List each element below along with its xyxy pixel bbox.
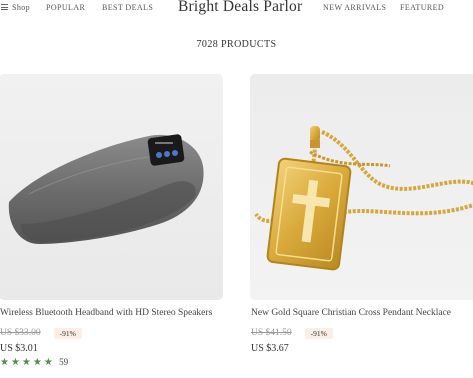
store-brand-logo[interactable]: Bright Deals Parlor xyxy=(178,0,302,16)
price-row: US $33.00 -91% xyxy=(0,324,223,339)
discount-badge: -91% xyxy=(53,327,82,339)
necklace-photo xyxy=(250,74,473,300)
sale-price: US $3.01 xyxy=(0,343,38,354)
product-card[interactable]: New Gold Square Christian Cross Pendant … xyxy=(250,74,473,354)
product-count: 7028 PRODUCTS xyxy=(196,39,277,50)
shop-menu-link[interactable]: Shop xyxy=(12,3,30,12)
nav-new-arrivals[interactable]: NEW ARRIVALS xyxy=(323,3,386,12)
original-price: US $33.00 xyxy=(0,328,41,339)
original-price: US $41.50 xyxy=(251,328,292,339)
menu-icon[interactable] xyxy=(1,4,8,10)
product-image[interactable] xyxy=(250,74,473,300)
top-nav: Shop POPULAR BEST DEALS Bright Deals Par… xyxy=(0,0,473,16)
product-card[interactable]: Wireless Bluetooth Headband with HD Ster… xyxy=(0,74,223,368)
star-rating-icon: ★★★★★ xyxy=(0,357,55,368)
nav-featured[interactable]: FEATURED xyxy=(400,3,444,12)
discount-badge: -91% xyxy=(304,327,333,339)
shop-page: Shop POPULAR BEST DEALS Bright Deals Par… xyxy=(0,0,473,378)
price-row: US $41.50 -91% xyxy=(250,324,473,339)
sale-price: US $3.67 xyxy=(251,343,289,354)
nav-best-deals[interactable]: BEST DEALS xyxy=(102,3,153,12)
rating: ★★★★★ 59 xyxy=(0,357,223,368)
headband-photo xyxy=(0,74,223,300)
product-image[interactable] xyxy=(0,74,223,300)
product-title[interactable]: Wireless Bluetooth Headband with HD Ster… xyxy=(0,307,223,319)
nav-popular[interactable]: POPULAR xyxy=(46,3,85,12)
rating-count: 59 xyxy=(59,357,69,367)
product-title[interactable]: New Gold Square Christian Cross Pendant … xyxy=(250,307,473,319)
